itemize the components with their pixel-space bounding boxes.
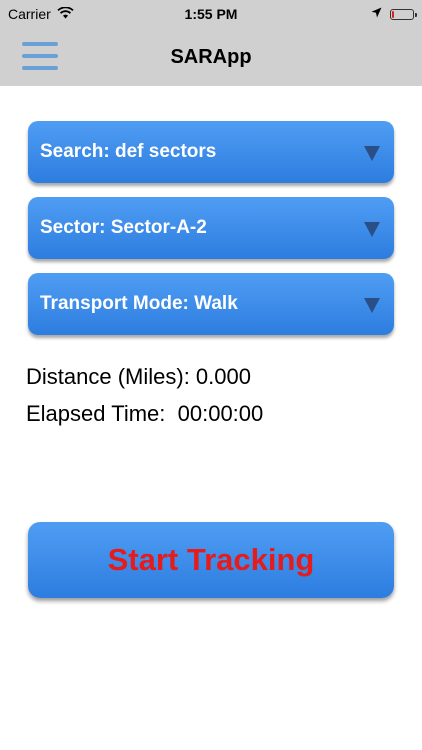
dropdown-arrow-icon xyxy=(364,298,380,313)
status-time: 1:55 PM xyxy=(184,6,238,22)
search-dropdown-label: Search: def sectors xyxy=(40,141,217,162)
dropdown-arrow-icon xyxy=(364,222,380,237)
search-dropdown[interactable]: Search: def sectors xyxy=(28,121,394,183)
sector-dropdown-label: Sector: Sector-A-2 xyxy=(40,217,207,238)
sector-dropdown[interactable]: Sector: Sector-A-2 xyxy=(28,197,394,259)
page-title: SARApp xyxy=(170,46,252,68)
navigation-bar: SARApp xyxy=(0,30,422,86)
distance-readout: Distance (Miles): 0.000 xyxy=(26,364,251,389)
start-tracking-button[interactable]: Start Tracking xyxy=(28,522,394,598)
transport-mode-dropdown[interactable]: Transport Mode: Walk xyxy=(28,273,394,335)
battery-low-icon xyxy=(390,8,417,20)
status-right-group xyxy=(371,5,417,23)
dropdown-arrow-icon xyxy=(364,146,380,161)
elapsed-time-readout: Elapsed Time: 00:00:00 xyxy=(26,401,264,426)
battery-level-fill xyxy=(392,10,394,18)
app-screen: Carrier 1:55 PM SARApp Search: def secto… xyxy=(0,0,422,750)
location-arrow-icon xyxy=(371,5,382,23)
transport-mode-dropdown-label: Transport Mode: Walk xyxy=(40,293,238,314)
status-bar: Carrier 1:55 PM xyxy=(0,0,422,30)
